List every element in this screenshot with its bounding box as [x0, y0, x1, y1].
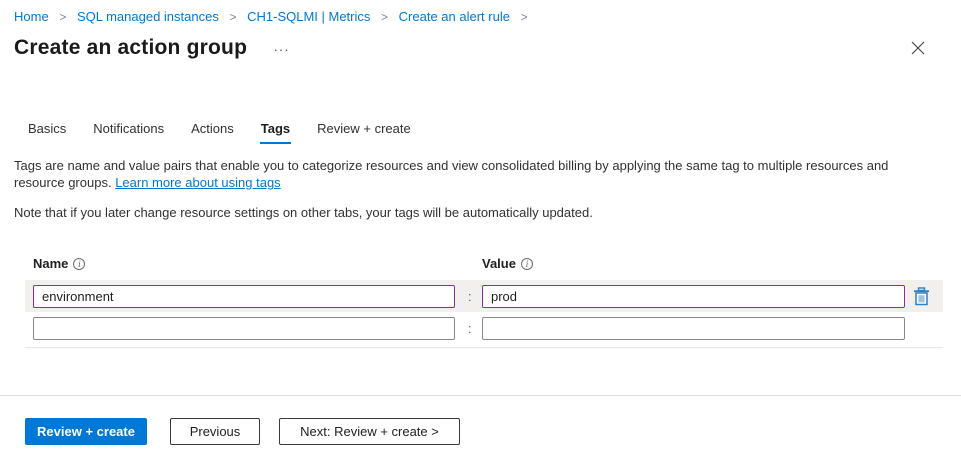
tab-review-create[interactable]: Review + create — [316, 120, 412, 144]
breadcrumb-link-ch1-sqlmi-metrics[interactable]: CH1-SQLMI | Metrics — [247, 9, 370, 24]
tab-basics[interactable]: Basics — [27, 120, 67, 144]
trash-icon[interactable] — [911, 287, 931, 307]
tab-actions[interactable]: Actions — [190, 120, 235, 144]
tags-note: Note that if you later change resource s… — [14, 205, 939, 220]
page-title: Create an action group — [14, 36, 247, 60]
next-review-create-button[interactable]: Next: Review + create > — [279, 418, 460, 445]
colon-separator: : — [468, 289, 472, 304]
value-column-header: Valuei — [482, 256, 533, 271]
chevron-right-icon: > — [381, 10, 388, 24]
tag-name-input[interactable] — [33, 285, 455, 308]
review-create-button[interactable]: Review + create — [25, 418, 147, 445]
info-icon: i — [73, 258, 85, 270]
chevron-right-icon: > — [59, 10, 66, 24]
tab-bar: Basics Notifications Actions Tags Review… — [27, 120, 412, 144]
name-column-header: Namei — [33, 256, 85, 271]
tag-value-input[interactable] — [482, 317, 905, 340]
more-options-icon[interactable]: ··· — [274, 42, 290, 57]
tag-row: : — [25, 280, 943, 312]
learn-more-link[interactable]: Learn more about using tags — [115, 175, 281, 190]
info-icon: i — [521, 258, 533, 270]
tab-tags[interactable]: Tags — [260, 120, 291, 144]
close-icon[interactable] — [907, 38, 929, 60]
tab-notifications[interactable]: Notifications — [92, 120, 165, 144]
title-bar: Create an action group ··· — [14, 36, 947, 66]
breadcrumb-link-home[interactable]: Home — [14, 9, 49, 24]
tag-value-input[interactable] — [482, 285, 905, 308]
breadcrumb: Home > SQL managed instances > CH1-SQLMI… — [14, 9, 535, 24]
colon-separator: : — [468, 321, 472, 336]
chevron-right-icon: > — [521, 10, 528, 24]
tags-description: Tags are name and value pairs that enabl… — [14, 157, 939, 191]
footer-actions: Review + create Previous Next: Review + … — [25, 418, 460, 445]
tag-row: : — [25, 312, 943, 344]
breadcrumb-link-sql-managed-instances[interactable]: SQL managed instances — [77, 9, 219, 24]
tag-name-input[interactable] — [33, 317, 455, 340]
footer-divider — [0, 395, 961, 396]
create-action-group-page: Home > SQL managed instances > CH1-SQLMI… — [0, 0, 961, 460]
chevron-right-icon: > — [229, 10, 236, 24]
breadcrumb-link-create-alert-rule[interactable]: Create an alert rule — [399, 9, 510, 24]
divider — [25, 347, 943, 348]
previous-button[interactable]: Previous — [170, 418, 260, 445]
